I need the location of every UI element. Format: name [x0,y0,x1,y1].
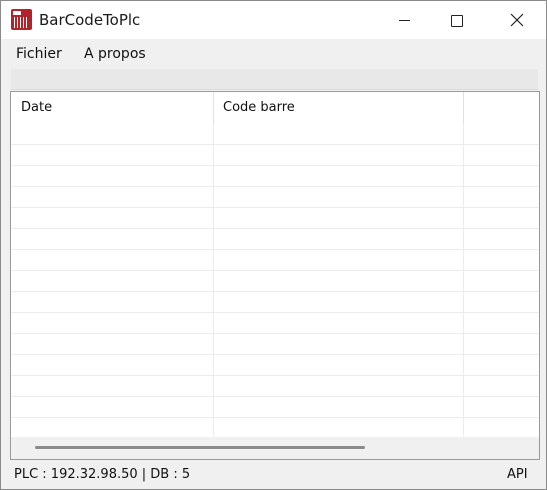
grid-header: Date Code barre [11,92,539,124]
mode-status: API [507,467,528,482]
plc-connection-status: PLC : 192.32.98.50 | DB : 5 [14,467,191,482]
column-separator[interactable] [463,92,464,124]
tool-strip [11,69,538,90]
close-button[interactable] [494,1,540,39]
main-window: BarCodeToPlc Fichier A propos Date Code … [0,0,547,490]
grid-column-line [463,124,464,437]
barcode-app-icon [11,9,32,30]
title-bar[interactable]: BarCodeToPlc [1,1,546,39]
horizontal-scrollbar[interactable] [11,437,539,459]
scrollbar-thumb[interactable] [35,446,365,449]
close-icon [510,13,524,27]
maximize-button[interactable] [433,1,479,39]
menu-bar: Fichier A propos [1,39,546,67]
minimize-icon [399,20,410,21]
menu-a-propos[interactable]: A propos [84,46,146,62]
grid-column-line [213,124,214,437]
window-title: BarCodeToPlc [39,11,141,29]
grid-rows[interactable] [11,124,539,437]
barcode-grid[interactable]: Date Code barre [10,91,540,460]
status-bar: PLC : 192.32.98.50 | DB : 5 API [1,460,546,489]
minimize-button[interactable] [381,1,427,39]
column-header-date[interactable]: Date [11,92,213,124]
menu-fichier[interactable]: Fichier [16,46,62,62]
column-header-code-barre[interactable]: Code barre [213,92,463,124]
maximize-icon [451,15,463,27]
